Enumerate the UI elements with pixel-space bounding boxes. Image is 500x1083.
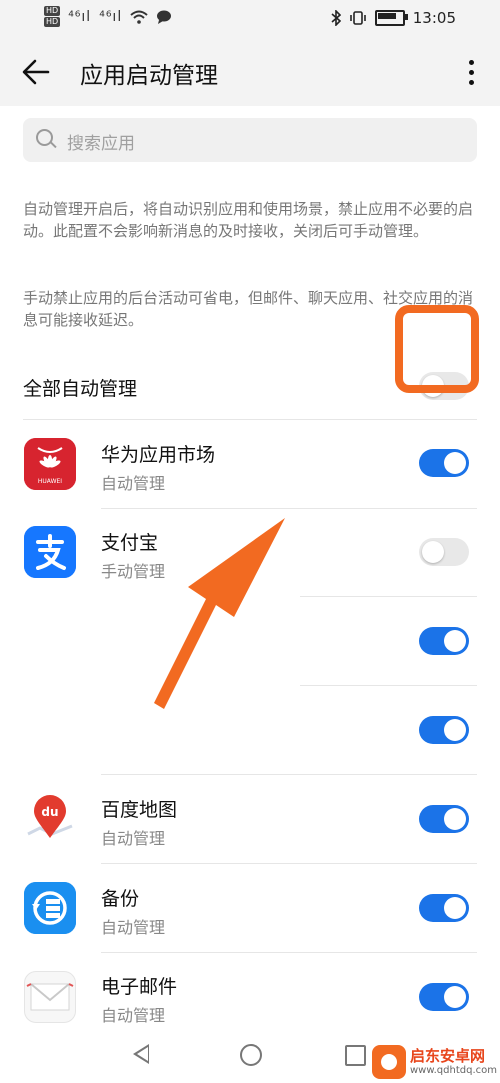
search-icon	[36, 129, 53, 146]
app-mode-appgallery: 自动管理	[101, 474, 166, 493]
email-icon	[24, 971, 76, 1023]
watermark-logo-icon	[372, 1045, 406, 1079]
wifi-icon	[130, 10, 148, 24]
watermark-url: www.qdhtdq.com	[410, 1065, 497, 1076]
status-time: 13:05	[412, 9, 456, 27]
signal-icon-2: ⁴⁶ıl	[99, 8, 123, 25]
divider	[23, 419, 477, 420]
watermark-name: 启东安卓网	[410, 1047, 486, 1065]
baidu-map-icon: du	[24, 794, 76, 846]
signal-icon-1: ⁴⁶ıl	[68, 8, 92, 25]
app-toggle-3[interactable]	[419, 627, 469, 655]
all-auto-manage-label: 全部自动管理	[23, 378, 138, 400]
email-toggle[interactable]	[419, 983, 469, 1011]
description-paragraph-1: 自动管理开启后，将自动识别应用和使用场景，禁止应用不必要的启动。此配置不会影响新…	[23, 200, 474, 240]
hd-badge: HD HD	[44, 6, 61, 27]
bluetooth-icon	[331, 10, 341, 26]
search-input[interactable]: 搜索应用	[23, 118, 477, 162]
highlight-box	[395, 305, 479, 393]
more-options-icon[interactable]	[460, 52, 482, 92]
page-title: 应用启动管理	[80, 63, 218, 89]
app-name-email: 电子邮件	[101, 976, 178, 998]
vibrate-icon	[349, 11, 366, 25]
status-bar: HD HD ⁴⁶ıl ⁴⁶ıl 13:05	[0, 0, 500, 38]
divider	[101, 774, 477, 775]
baidu-map-toggle[interactable]	[419, 805, 469, 833]
divider	[101, 863, 477, 864]
app-mode-baidu-map: 自动管理	[101, 829, 166, 848]
app-name-baidu-map: 百度地图	[101, 799, 178, 821]
alipay-toggle[interactable]	[419, 538, 469, 566]
app-name-appgallery: 华为应用市场	[101, 444, 216, 466]
backup-toggle[interactable]	[419, 894, 469, 922]
svg-text:HUAWEI: HUAWEI	[38, 478, 62, 485]
hd-label-1: HD	[44, 6, 61, 16]
nav-recent-icon[interactable]	[345, 1045, 366, 1066]
app-bar: 应用启动管理	[0, 40, 500, 106]
nav-home-icon[interactable]	[240, 1044, 262, 1066]
divider	[101, 952, 477, 953]
app-toggle-4[interactable]	[419, 716, 469, 744]
pointer-arrow-icon	[154, 518, 285, 709]
alipay-icon	[24, 526, 76, 578]
divider	[101, 508, 477, 509]
watermark: 启东安卓网 www.qdhtdq.com	[372, 1045, 500, 1083]
backup-icon	[24, 882, 76, 934]
app-mode-email: 自动管理	[101, 1006, 166, 1025]
battery-icon	[374, 10, 408, 26]
divider	[300, 685, 477, 686]
app-mode-backup: 自动管理	[101, 918, 166, 937]
appgallery-toggle[interactable]	[419, 449, 469, 477]
huawei-appgallery-icon: HUAWEI	[24, 438, 76, 490]
hd-label-2: HD	[44, 17, 61, 27]
divider	[300, 596, 477, 597]
search-placeholder: 搜索应用	[67, 134, 135, 154]
nav-back-icon[interactable]	[133, 1044, 149, 1064]
svg-text:du: du	[41, 805, 58, 819]
app-name-backup: 备份	[101, 888, 140, 910]
message-icon	[157, 10, 172, 24]
back-arrow-icon[interactable]	[20, 52, 60, 92]
